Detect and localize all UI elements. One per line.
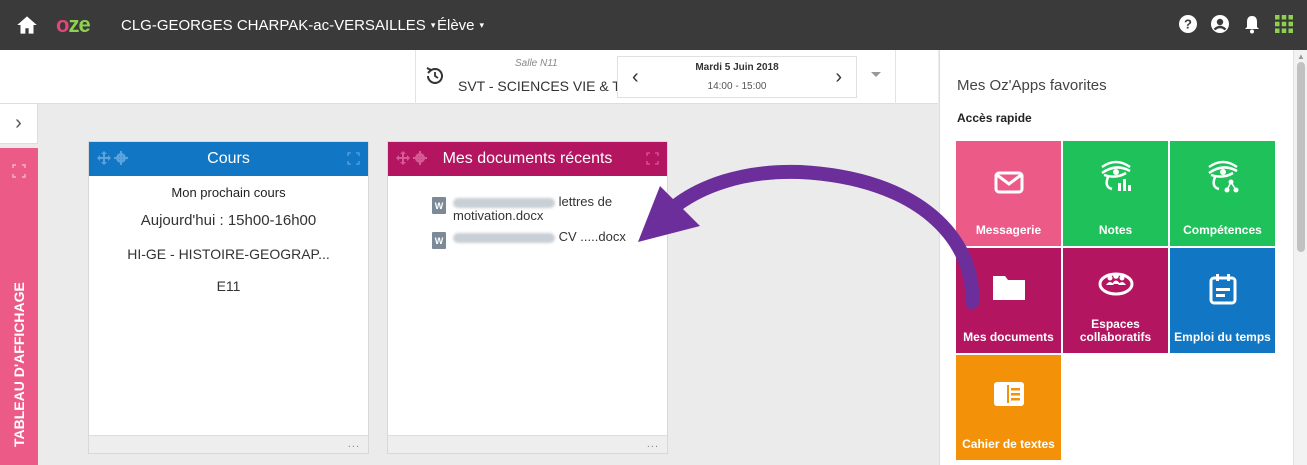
document-name: motivation.docx	[453, 208, 544, 223]
school-selector[interactable]: CLG-GEORGES CHARPAK-ac-VERSAILLES ▾	[121, 17, 435, 34]
courses-widget: Cours Mon prochain cours Aujourd'hui : 1…	[88, 141, 369, 454]
bell-icon[interactable]	[1241, 13, 1263, 35]
widget-footer: ...	[89, 435, 368, 453]
home-icon[interactable]	[14, 12, 40, 38]
word-file-icon: W	[432, 197, 446, 214]
divider	[895, 50, 896, 104]
school-name: CLG-GEORGES CHARPAK-ac-VERSAILLES	[121, 17, 426, 34]
role-name: Élève	[437, 17, 475, 34]
panel-title: Mes Oz'Apps favorites	[957, 77, 1107, 94]
tile-espaces-collaboratifs[interactable]: Espaces collaboratifs	[1063, 248, 1168, 353]
calendar-icon	[1209, 274, 1236, 305]
board-tab-label: TABLEAU D'AFFICHAGE	[11, 282, 27, 447]
chevron-down-icon: ▾	[479, 20, 485, 30]
role-selector[interactable]: Élève ▾	[437, 17, 484, 34]
top-navigation-bar: oze CLG-GEORGES CHARPAK-ac-VERSAILLES ▾ É…	[0, 0, 1307, 50]
divider	[415, 50, 416, 104]
annotation-arrow-icon	[638, 164, 980, 309]
chevron-down-icon[interactable]	[869, 67, 883, 81]
eye-network-icon	[1207, 160, 1238, 193]
scrollbar-thumb[interactable]	[1297, 62, 1305, 252]
scroll-up-icon[interactable]: ▲	[1297, 52, 1305, 61]
panel-subtitle: Accès rapide	[957, 111, 1032, 125]
history-icon[interactable]	[424, 65, 446, 87]
document-name: lettres de	[558, 194, 613, 209]
notebook-icon	[993, 382, 1024, 406]
eye-chart-icon	[1100, 160, 1131, 191]
more-icon[interactable]: ...	[348, 438, 360, 450]
apps-grid-icon[interactable]	[1273, 13, 1295, 35]
document-item[interactable]: W CV .....docx	[432, 229, 652, 249]
widget-footer: ...	[388, 435, 667, 453]
more-icon[interactable]: ...	[647, 438, 659, 450]
document-name: CV .....docx	[558, 229, 626, 244]
expand-icon[interactable]	[12, 164, 26, 178]
svg-text:?: ?	[1184, 17, 1192, 32]
tile-label: Cahier de textes	[962, 437, 1055, 451]
tile-label: Espaces collaboratifs	[1079, 317, 1152, 344]
tile-label: Notes	[1098, 223, 1133, 237]
tile-competences[interactable]: Compétences	[1170, 141, 1275, 246]
help-icon[interactable]: ?	[1177, 13, 1199, 35]
tile-label: Compétences	[1183, 223, 1262, 237]
word-file-icon: W	[432, 232, 446, 249]
tile-emploi-du-temps[interactable]: Emploi du temps	[1170, 248, 1275, 353]
chevron-right-icon: ›	[15, 112, 22, 134]
widget-title: Cours	[207, 150, 250, 167]
chevron-down-icon: ▾	[430, 20, 436, 30]
tile-notes[interactable]: Notes	[1063, 141, 1168, 246]
next-button[interactable]: ›	[835, 66, 842, 89]
envelope-icon	[994, 171, 1023, 194]
oze-logo[interactable]: oze	[56, 12, 91, 38]
people-circle-icon	[1098, 272, 1133, 296]
date-navigator: ‹ Mardi 5 Juin 2018 14:00 - 15:00 ›	[617, 56, 857, 98]
tile-cahier-de-textes[interactable]: Cahier de textes	[956, 355, 1061, 460]
sidebar-toggle-button[interactable]: ›	[0, 104, 38, 144]
next-course-time: Aujourd'hui : 15h00-16h00	[140, 212, 317, 229]
tile-label: Emploi du temps	[1174, 330, 1271, 344]
user-icon[interactable]	[1209, 13, 1231, 35]
document-item[interactable]: W lettres de motivation.docx	[432, 195, 652, 223]
current-course[interactable]: SVT - SCIENCES VIE & TE...	[458, 78, 642, 94]
widget-header: Cours	[89, 142, 368, 176]
time-label: 14:00 - 15:00	[707, 81, 767, 92]
expand-icon[interactable]	[347, 152, 360, 165]
next-course-room: E11	[216, 278, 241, 294]
tile-label: Mes documents	[963, 330, 1054, 344]
favorite-apps-panel: Mes Oz'Apps favorites Accès rapide Messa…	[939, 50, 1293, 465]
board-tab[interactable]: TABLEAU D'AFFICHAGE	[0, 148, 38, 465]
redacted-text	[453, 197, 555, 208]
date-label: Mardi 5 Juin 2018	[695, 62, 779, 73]
room-label: Salle N11	[515, 58, 558, 69]
next-course-subject[interactable]: HI-GE - HISTOIRE-GEOGRAP...	[89, 246, 368, 262]
schedule-header: Salle N11 SVT - SCIENCES VIE & TE... ‹ M…	[0, 50, 938, 104]
scrollbar[interactable]: ▲	[1293, 50, 1307, 465]
next-course-label: Mon prochain cours	[171, 185, 286, 200]
folder-icon	[992, 276, 1025, 300]
redacted-text	[453, 232, 555, 243]
